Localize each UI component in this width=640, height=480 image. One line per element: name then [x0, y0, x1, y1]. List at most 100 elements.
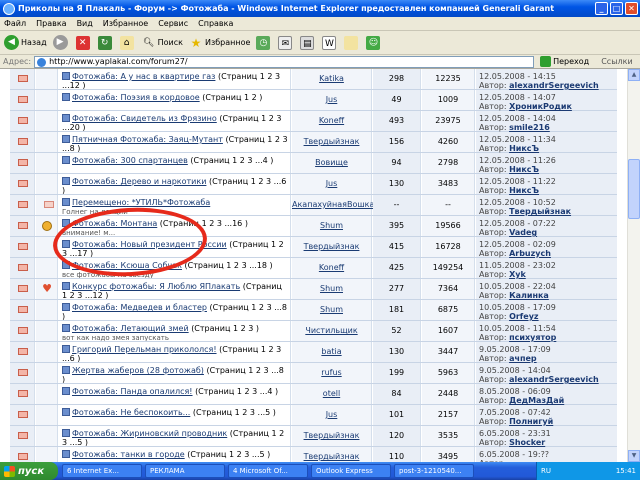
author-link[interactable]: Katika — [319, 74, 344, 83]
author-link[interactable]: Jus — [326, 410, 338, 419]
topic-pages[interactable]: (Страниц 1 2 ) — [202, 93, 262, 102]
menu-favorites[interactable]: Избранное — [103, 19, 148, 28]
close-button[interactable]: ✕ — [625, 2, 638, 15]
menu-help[interactable]: Справка — [198, 19, 233, 28]
topic-pages[interactable]: (Страниц 1 2 3 ...5 ) — [187, 450, 270, 459]
menu-tools[interactable]: Сервис — [158, 19, 188, 28]
menu-view[interactable]: Вид — [77, 19, 93, 28]
taskbar-item-outlook[interactable]: Outlook Express — [311, 464, 391, 478]
refresh-button[interactable]: ↻ — [97, 35, 114, 50]
maximize-button[interactable]: □ — [610, 2, 623, 15]
topic-title-link[interactable]: Фотожаба: Новый президент России — [72, 240, 227, 249]
topic-pages[interactable]: (Страниц 1 2 3 ...5 ) — [193, 408, 276, 417]
author-link[interactable]: Чистильщик — [305, 326, 357, 335]
last-post-author-link[interactable]: Полнигуй — [509, 417, 553, 426]
topic-title-link[interactable]: Фотожаба: Жириновский проводник — [72, 429, 227, 438]
topic-title-link[interactable]: Фотожаба: Не беспокоить... — [72, 408, 190, 417]
author-link[interactable]: Koneff — [319, 263, 344, 272]
taskbar-item-reklama[interactable]: РЕКЛАМА — [145, 464, 225, 478]
forward-button[interactable]: ▶ — [52, 35, 70, 50]
author-link[interactable]: Shum — [320, 221, 343, 230]
history-button[interactable]: ◷ — [256, 35, 272, 50]
topic-title-link[interactable]: Фотожаба: Летающий змей — [72, 324, 189, 333]
topic-title-link[interactable]: Фотожаба: Ксюша Собчак — [72, 261, 182, 270]
last-post-author-link[interactable]: НиксЪ — [509, 186, 539, 195]
stop-button[interactable]: ✕ — [75, 35, 92, 50]
vertical-scrollbar[interactable]: ▲ ▼ — [627, 69, 640, 462]
taskbar-item-image[interactable]: post-3-1210540... — [394, 464, 474, 478]
topic-title-link[interactable]: Фотожаба: Медведев и бластер — [72, 303, 207, 312]
language-indicator[interactable]: RU — [541, 467, 551, 475]
taskbar-item-ie[interactable]: 6 Internet Ex... — [62, 464, 142, 478]
last-post-author-link[interactable]: Arbuzych — [509, 249, 551, 258]
author-link[interactable]: Твердыйзнак — [304, 431, 360, 440]
topic-pages[interactable]: (Страниц 1 2 3 ...4 ) — [190, 156, 273, 165]
last-post-author-link[interactable]: Shocker — [509, 438, 545, 447]
last-post-author-link[interactable]: Твердыйзнак — [509, 207, 571, 216]
last-post-author-link[interactable]: alexandrSergeevich — [509, 81, 599, 90]
topic-title-link[interactable]: Фотожаба: Дерево и наркотики — [72, 177, 206, 186]
last-post-author-link[interactable]: НиксЪ — [509, 165, 539, 174]
last-post-author-link[interactable]: Orfeyz — [509, 312, 539, 321]
scroll-thumb[interactable] — [628, 159, 640, 219]
back-button[interactable]: ◀ Назад — [4, 35, 47, 50]
start-button[interactable]: пуск — [0, 462, 58, 480]
go-button[interactable]: Переход — [540, 56, 589, 67]
topic-title-link[interactable]: Фотожаба: Свидетель из Фрязино — [72, 114, 217, 123]
author-link[interactable]: АкапахуйнаяВошка — [292, 200, 374, 209]
last-post-author-link[interactable]: Xyk — [509, 270, 526, 279]
topic-title-link[interactable]: Конкурс фотожабы: Я Люблю ЯПлакать — [72, 282, 240, 291]
menu-file[interactable]: Файл — [4, 19, 26, 28]
author-link[interactable]: Jus — [326, 95, 338, 104]
author-link[interactable]: Вовище — [315, 158, 348, 167]
author-link[interactable]: Твердыйзнак — [304, 242, 360, 251]
minimize-button[interactable]: _ — [595, 2, 608, 15]
mail-button[interactable]: ✉ — [278, 35, 294, 50]
edit-button[interactable]: W — [322, 35, 338, 50]
scroll-down-button[interactable]: ▼ — [628, 450, 640, 462]
topic-pages[interactable]: (Страниц 1 2 3 ...4 ) — [195, 387, 278, 396]
last-post-author-link[interactable]: smile216 — [509, 123, 550, 132]
menu-edit[interactable]: Правка — [36, 19, 66, 28]
topic-title-link[interactable]: Фотожаба: А у нас в квартире газ — [72, 72, 215, 81]
last-post-author-link[interactable]: ДедМазДай — [509, 396, 564, 405]
topic-title-link[interactable]: Фотожаба: 300 спартанцев — [72, 156, 188, 165]
topic-title-link[interactable]: Григорий Перельман прикололся! — [72, 345, 217, 354]
taskbar-item-word[interactable]: 4 Microsoft Of... — [228, 464, 308, 478]
scroll-up-button[interactable]: ▲ — [628, 69, 640, 81]
author-link[interactable]: Shum — [320, 284, 343, 293]
last-post-author-link[interactable]: психуятор — [509, 333, 556, 342]
topic-title-link[interactable]: Жертва жаберов (28 фотожаб) — [72, 366, 204, 375]
topic-title-link[interactable]: Перемещено: *УТИЛЬ*Фотожаба — [72, 198, 210, 207]
topic-pages[interactable]: (Страниц 1 2 3 ...18 ) — [185, 261, 273, 270]
discuss-button[interactable] — [344, 35, 360, 50]
topic-pages[interactable]: (Страниц 1 2 3 ) — [191, 324, 259, 333]
address-input[interactable]: http://www.yaplakal.com/forum27/ — [34, 55, 535, 68]
author-link[interactable]: otell — [323, 389, 340, 398]
topic-title-link[interactable]: Фотожаба: Поэзия в кордовое — [72, 93, 200, 102]
last-post-author-link[interactable]: ХроникРодик — [509, 102, 572, 111]
topic-title-link[interactable]: Фотожаба: танки в городе — [72, 450, 185, 459]
topic-title-link[interactable]: Пятничная Фотожаба: Заяц-Мутант — [72, 135, 223, 144]
links-button[interactable]: Ссылки — [601, 57, 632, 66]
author-link[interactable]: Твердыйзнак — [304, 452, 360, 461]
author-link[interactable]: Jus — [326, 179, 338, 188]
author-link[interactable]: Твердыйзнак — [304, 137, 360, 146]
favorites-button[interactable]: ★ Избранное — [189, 36, 251, 50]
author-link[interactable]: Shum — [320, 305, 343, 314]
author-link[interactable]: batia — [321, 347, 341, 356]
topic-pages[interactable]: (Страниц 1 2 3 ...16 ) — [160, 219, 248, 228]
author-link[interactable]: Koneff — [319, 116, 344, 125]
messenger-button[interactable]: ☺ — [366, 35, 382, 50]
last-post-author-link[interactable]: Калинка — [509, 291, 549, 300]
last-post-author-link[interactable]: НиксЪ — [509, 144, 539, 153]
topic-title-link[interactable]: Фотожаба: Панда опалился! — [72, 387, 193, 396]
print-button[interactable]: ▤ — [300, 35, 316, 50]
last-post-author-link[interactable]: alexandrSergeevich — [509, 375, 599, 384]
home-button[interactable]: ⌂ — [119, 35, 136, 50]
last-post-author-link[interactable]: Vadeg — [509, 228, 537, 237]
search-button[interactable]: 🔍︎ Поиск — [142, 36, 183, 50]
last-post-author-link[interactable]: ачпер — [509, 354, 537, 363]
author-link[interactable]: rufus — [321, 368, 341, 377]
topic-title-link[interactable]: Фотожаба: Монтана — [72, 219, 157, 228]
